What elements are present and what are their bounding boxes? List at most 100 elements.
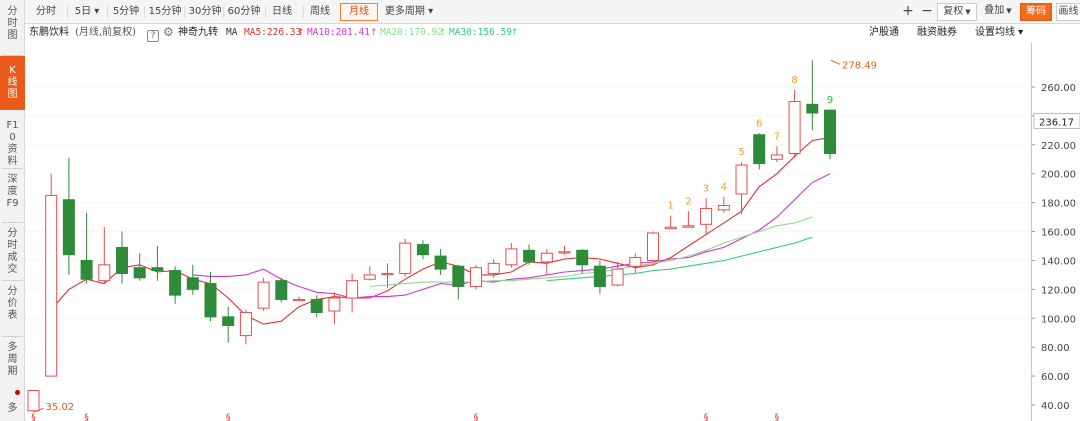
ma-line-ma10 <box>192 173 831 299</box>
event-marker-icon: § <box>226 413 231 421</box>
period-intraday[interactable]: 分时 <box>29 3 63 21</box>
y-tick-label: 220.00 <box>1041 141 1076 152</box>
overlay-dropdown[interactable]: 叠加 ▼ <box>979 3 1017 21</box>
y-tick-label: 100.00 <box>1041 314 1076 325</box>
candle-up <box>45 194 58 377</box>
margin-link[interactable]: 融资融券 <box>917 24 957 42</box>
ma10-value: MA10:201.41 <box>307 27 370 38</box>
nine-turn-label: 9 <box>827 95 833 106</box>
nav-f10[interactable]: F10资料 <box>0 120 25 168</box>
candle-down <box>151 267 164 272</box>
y-tick-label: 200.00 <box>1041 170 1076 181</box>
period-more-dropdown[interactable]: 更多周期 ▾ <box>381 3 437 21</box>
indicator-name[interactable]: 神奇九转 <box>178 24 218 42</box>
candle-down <box>116 246 128 274</box>
high-price-label: 278.49 <box>842 60 877 71</box>
nine-turn-label: 2 <box>685 196 691 207</box>
candle-down <box>62 199 75 256</box>
adjust-dropdown[interactable]: 复权 ▼ <box>937 3 977 21</box>
candle-down <box>80 259 93 280</box>
arrow-up-icon: ↑ <box>439 28 447 38</box>
nav-price-table[interactable]: 分价表 <box>0 286 25 328</box>
hsgt-link[interactable]: 沪股通 <box>869 24 899 42</box>
arrow-up-icon: ↑ <box>511 28 519 38</box>
candle-down <box>434 255 447 270</box>
candle-down <box>452 265 465 287</box>
nav-multi[interactable]: 多 <box>0 403 25 421</box>
nine-turn-label: 3 <box>703 183 709 194</box>
y-tick-label: 260.00 <box>1041 83 1076 94</box>
nine-turn-label: 6 <box>756 118 762 129</box>
period-30min[interactable]: 30分钟 <box>184 3 224 21</box>
candle-down <box>806 103 819 114</box>
ma20-value: MA20:170.92 <box>380 27 443 38</box>
period-monthly[interactable]: 月线 <box>340 3 378 21</box>
y-tick-label: 80.00 <box>1041 343 1070 354</box>
draw-line-button[interactable]: 画线 <box>1056 3 1080 21</box>
low-price-label: 35.02 <box>46 402 75 413</box>
overlay-label: 叠加 <box>984 5 1005 16</box>
stock-name: 东鹏饮料 <box>29 27 69 38</box>
adjust-label: 复权 <box>943 6 964 17</box>
candle-down <box>576 249 589 266</box>
candle-up <box>239 311 252 337</box>
ma5-value: MA5:226.33 <box>244 27 302 38</box>
candle-down <box>310 298 323 313</box>
candle-down <box>169 270 182 296</box>
candle-up <box>717 205 730 211</box>
nine-turn-label: 1 <box>668 201 674 212</box>
candle-down <box>275 280 288 300</box>
nav-kline[interactable]: K线图 <box>0 56 25 110</box>
period-15min[interactable]: 15分钟 <box>144 3 184 21</box>
candle-down <box>593 265 606 287</box>
zoom-out-button[interactable]: − <box>919 3 935 21</box>
candle-up <box>328 297 341 312</box>
chips-button[interactable]: 筹码 <box>1020 3 1052 21</box>
event-marker-icon: § <box>704 413 709 421</box>
candle-up <box>558 251 571 254</box>
event-marker-icon: § <box>31 413 36 421</box>
nav-divider <box>2 168 23 169</box>
candle-down <box>204 283 217 318</box>
current-price-label: 236.17 <box>1039 117 1074 128</box>
y-tick-label: 180.00 <box>1041 199 1076 210</box>
period-60min[interactable]: 60分钟 <box>223 3 263 21</box>
arrow-up-icon: ↑ <box>370 28 378 38</box>
period-5day[interactable]: 5日 ▾ <box>67 3 105 21</box>
record-dot-icon <box>15 390 20 395</box>
gear-icon[interactable]: ⚙ <box>163 23 174 41</box>
chevron-down-icon: ▼ <box>1006 7 1012 15</box>
candle-up <box>381 272 394 276</box>
nav-multi-period[interactable]: 多周期 <box>0 342 25 382</box>
candle-up <box>487 262 500 274</box>
ma-settings-dropdown[interactable]: 设置均线 ▾ <box>975 24 1023 42</box>
period-toolbar: 分时 5日 ▾ 5分钟 15分钟 30分钟 60分钟 日线 周线 月线 更多周期… <box>25 0 1080 24</box>
y-axis-divider <box>1031 43 1032 421</box>
kline-chart[interactable]: 40.00 60.00 80.00 100.00 120.00 140.00 160.00 1… <box>25 43 1080 421</box>
candle-up <box>664 226 677 230</box>
nav-intraday[interactable]: 分时图 <box>0 4 25 52</box>
nine-turn-label: 4 <box>721 182 727 193</box>
nav-time-trades[interactable]: 分时成交 <box>0 228 25 280</box>
period-daily[interactable]: 日线 <box>265 3 297 21</box>
zoom-in-button[interactable]: + <box>900 3 916 21</box>
nav-divider <box>2 336 23 337</box>
period-weekly[interactable]: 周线 <box>303 3 335 21</box>
nine-turn-label: 5 <box>738 147 744 158</box>
nav-f9[interactable]: 深度F9 <box>0 174 25 222</box>
candle-down <box>824 109 836 154</box>
candle-up <box>470 267 482 287</box>
candle-up <box>257 281 270 309</box>
y-tick-label: 60.00 <box>1041 372 1070 383</box>
ma-line-ma20 <box>369 216 813 288</box>
candle-down <box>753 134 766 165</box>
nine-turn-label: 8 <box>791 75 797 86</box>
candle-down <box>416 244 429 256</box>
nav-divider <box>2 280 23 281</box>
candle-up <box>700 207 713 225</box>
candle-up <box>611 268 624 286</box>
period-5min[interactable]: 5分钟 <box>107 3 143 21</box>
ma-prefix: MA <box>226 27 238 38</box>
candle-up <box>788 100 801 154</box>
y-tick-label: 160.00 <box>1041 228 1076 239</box>
